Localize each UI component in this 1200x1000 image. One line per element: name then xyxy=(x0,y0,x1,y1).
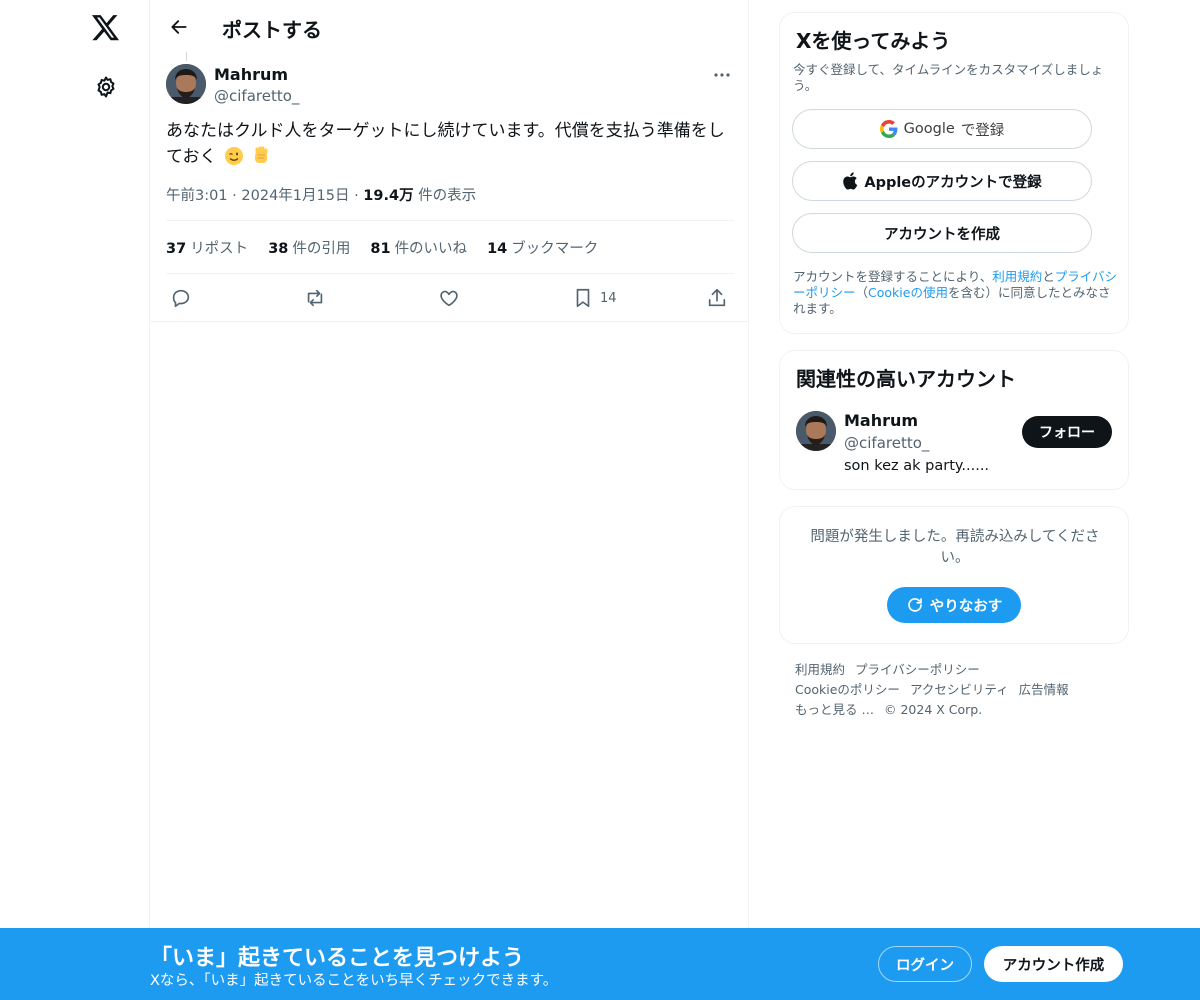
footer-row: もっと見る … © 2024 X Corp. xyxy=(795,700,1115,720)
footer-link-accessibility[interactable]: アクセシビリティ xyxy=(910,682,1009,697)
footer-link-more[interactable]: もっと見る … xyxy=(795,702,874,717)
more-options-button[interactable] xyxy=(710,66,734,84)
stat-reposts[interactable]: 37 リポスト xyxy=(166,237,248,258)
stat-label: 件の引用 xyxy=(292,241,351,257)
legal-prefix: アカウントを登録することにより、 xyxy=(793,269,993,284)
stat-bookmarks[interactable]: 14 ブックマーク xyxy=(487,237,598,258)
account-handle[interactable]: @cifaretto_ xyxy=(844,434,929,452)
main-column: ポストする Mahrum @cifaretto_ あなたはクルド人をターゲットに… xyxy=(149,0,749,1000)
tweet-time[interactable]: 午前3:01 xyxy=(166,188,228,204)
account-bio: son kez ak party...... xyxy=(844,458,990,474)
reply-button[interactable] xyxy=(170,284,192,312)
more-dots-icon xyxy=(714,73,730,77)
bookmark-button[interactable]: 14 xyxy=(572,284,617,312)
x-logo-icon[interactable] xyxy=(86,8,126,48)
apple-logo-icon xyxy=(843,172,858,190)
legal-text: アカウントを登録することにより、利用規約とプライバシーポリシー（Cookieの使… xyxy=(793,269,1121,317)
left-nav xyxy=(0,0,150,1000)
footer-link-privacy[interactable]: プライバシーポリシー xyxy=(855,662,980,677)
google-brand-text: Google xyxy=(903,121,955,137)
error-card: 問題が発生しました。再読み込みしてください。 やりなおす xyxy=(779,506,1129,644)
divider xyxy=(150,321,749,322)
author-avatar[interactable] xyxy=(166,64,206,104)
error-message: 問題が発生しました。再読み込みしてください。 xyxy=(810,529,1100,566)
share-icon xyxy=(708,288,726,307)
divider xyxy=(166,273,734,274)
tweet-date[interactable]: 2024年1月15日 xyxy=(241,188,349,204)
heart-icon xyxy=(440,290,458,307)
tweet-actions: 14 xyxy=(166,284,734,312)
reply-icon xyxy=(172,289,190,308)
signup-button[interactable]: アカウント作成 xyxy=(984,946,1123,982)
retry-button[interactable]: やりなおす xyxy=(887,587,1021,623)
signup-card-subtitle: 今すぐ登録して、タイムラインをカスタマイズしましょう。 xyxy=(793,62,1104,93)
bookmark-count: 14 xyxy=(600,290,617,306)
page-title: ポストする xyxy=(222,18,322,42)
footer-links: 利用規約 プライバシーポリシー Cookieのポリシー アクセシビリティ 広告情報 も… xyxy=(795,660,1115,720)
stat-label: ブックマーク xyxy=(511,241,599,257)
cookie-link[interactable]: Cookieの使用 xyxy=(868,285,948,300)
back-button[interactable] xyxy=(162,10,196,44)
retry-label: やりなおす xyxy=(929,598,1003,615)
legal-and: と xyxy=(1042,269,1055,284)
refresh-icon xyxy=(907,598,922,612)
signup-card-title: Xを使ってみよう xyxy=(796,29,951,53)
gear-icon[interactable] xyxy=(86,67,126,107)
tweet-text: あなたはクルド人をターゲットにし続けています。代償を支払う準備をしておく xyxy=(166,118,736,170)
tweet-stats: 37 リポスト 38 件の引用 81 件のいいね 14 ブックマーク xyxy=(166,237,598,258)
banner-title: 「いま」起きていることを見つけよう xyxy=(150,946,525,971)
login-button[interactable]: ログイン xyxy=(878,946,972,982)
footer-link-cookie[interactable]: Cookieのポリシー xyxy=(795,682,900,697)
raised-fist-emoji-icon xyxy=(255,146,268,163)
author-handle[interactable]: @cifaretto_ xyxy=(214,87,299,105)
post-header: ポストする xyxy=(150,0,749,53)
author-name[interactable]: Mahrum xyxy=(214,65,288,84)
footer-link-ads[interactable]: 広告情報 xyxy=(1019,682,1069,697)
footer-row: 利用規約 プライバシーポリシー xyxy=(795,660,1115,680)
create-account-label: アカウントを作成 xyxy=(884,226,1000,243)
views-label: 件の表示 xyxy=(418,188,477,204)
relevant-accounts-card: 関連性の高いアカウント Mahrum @cifaretto_ son kez a… xyxy=(779,350,1129,490)
stat-quotes[interactable]: 38 件の引用 xyxy=(268,237,350,258)
meta-separator: · xyxy=(232,188,242,204)
terms-link[interactable]: 利用規約 xyxy=(992,269,1042,284)
relevant-accounts-title: 関連性の高いアカウント xyxy=(796,367,1016,391)
google-signup-label: で登録 xyxy=(960,122,1005,139)
apple-signup-button[interactable]: Appleのアカウントで登録 xyxy=(792,161,1092,201)
legal-paren: （ xyxy=(855,285,869,300)
follow-button[interactable]: フォロー xyxy=(1022,416,1112,448)
arrow-left-icon xyxy=(171,20,187,34)
stat-count: 14 xyxy=(487,241,508,257)
thread-connector xyxy=(186,52,187,61)
signup-banner: 「いま」起きていることを見つけよう Xなら、「いま」起きていることをいち早くチェ… xyxy=(0,928,1200,1000)
winking-face-emoji-icon xyxy=(224,147,243,165)
tweet-meta: 午前3:01 · 2024年1月15日 · 19.4万 件の表示 xyxy=(166,184,476,205)
banner-subtitle: Xなら、「いま」起きていることをいち早くチェックできます。 xyxy=(150,973,558,989)
stat-likes[interactable]: 81 件のいいね xyxy=(370,237,467,258)
signup-card: Xを使ってみよう 今すぐ登録して、タイムラインをカスタマイズしましょう。 Goo… xyxy=(779,12,1129,334)
meta-separator: · xyxy=(354,188,364,204)
views-count: 19.4万 xyxy=(363,188,414,204)
stat-label: 件のいいね xyxy=(394,241,468,257)
divider xyxy=(166,220,734,221)
like-button[interactable] xyxy=(438,284,460,312)
repost-icon xyxy=(307,289,323,307)
google-logo-icon xyxy=(879,120,898,138)
account-name[interactable]: Mahrum xyxy=(844,411,918,430)
stat-count: 38 xyxy=(268,241,289,257)
stat-count: 81 xyxy=(370,241,391,257)
bookmark-icon xyxy=(576,288,590,308)
avatar[interactable] xyxy=(796,411,836,451)
google-signup-button[interactable]: Google で登録 xyxy=(792,109,1092,149)
stat-label: リポスト xyxy=(190,241,249,257)
create-account-button[interactable]: アカウントを作成 xyxy=(792,213,1092,253)
share-button[interactable] xyxy=(706,284,728,312)
footer-link-terms[interactable]: 利用規約 xyxy=(795,662,845,677)
footer-copyright: © 2024 X Corp. xyxy=(883,702,983,717)
repost-button[interactable] xyxy=(304,284,326,312)
tweet-body: あなたはクルド人をターゲットにし続けています。代償を支払う準備をしておく xyxy=(166,121,725,167)
stat-count: 37 xyxy=(166,241,187,257)
footer-row: Cookieのポリシー アクセシビリティ 広告情報 xyxy=(795,680,1115,700)
apple-signup-label: Appleのアカウントで登録 xyxy=(864,174,1042,191)
